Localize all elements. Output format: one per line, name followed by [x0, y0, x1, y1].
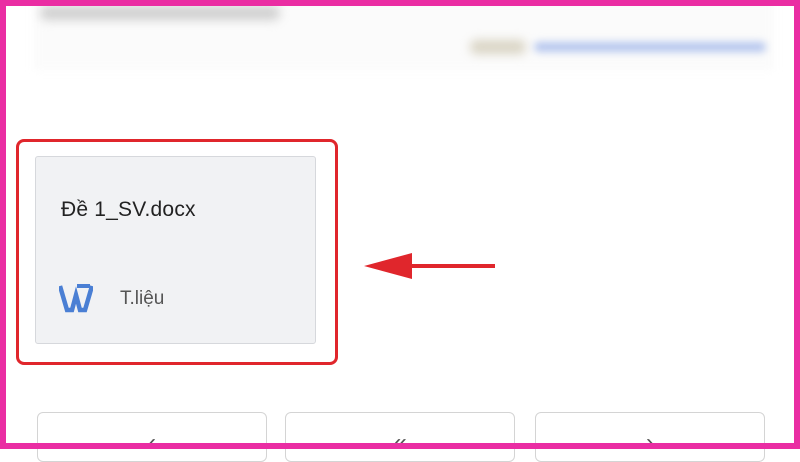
- file-name: Đề 1_SV.docx: [61, 198, 196, 221]
- double-chevron-icon: «: [393, 429, 407, 456]
- prev-button[interactable]: ‹: [37, 412, 267, 462]
- first-button[interactable]: «: [285, 412, 515, 462]
- next-button[interactable]: ›: [535, 412, 765, 462]
- blurred-link: [534, 42, 766, 52]
- file-type-label: T.liệu: [120, 288, 165, 309]
- file-attachment-card[interactable]: Đề 1_SV.docx T.liệu: [35, 156, 316, 344]
- word-icon: [59, 284, 93, 313]
- chevron-left-icon: ‹: [148, 429, 156, 456]
- chevron-right-icon: ›: [646, 429, 654, 456]
- blurred-label: [470, 40, 526, 54]
- blurred-title: [40, 6, 280, 20]
- pointer-arrow: [364, 253, 495, 279]
